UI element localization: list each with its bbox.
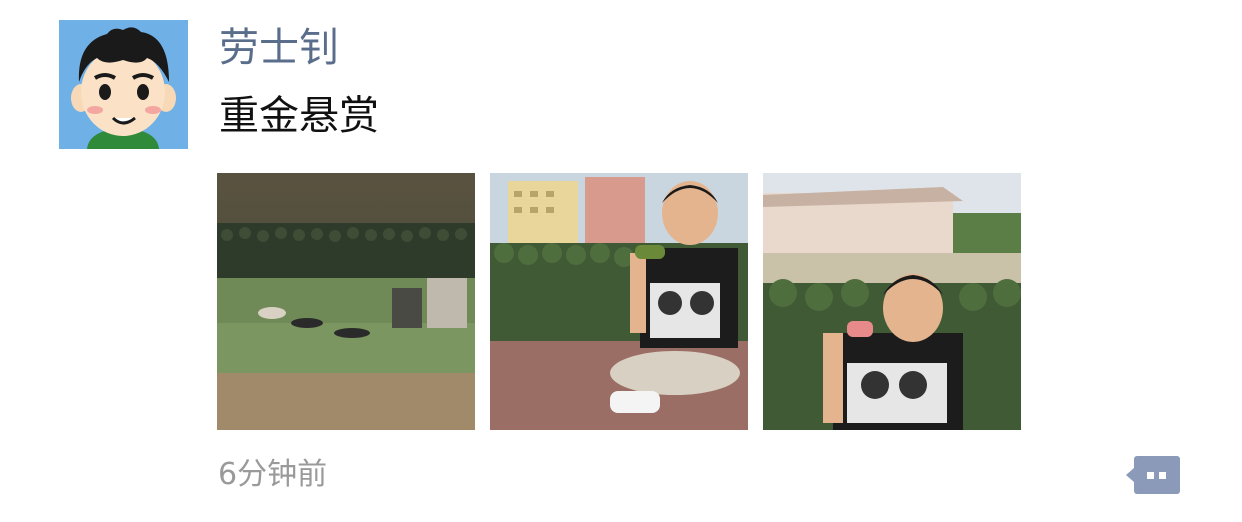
man-with-microphone-closeup-photo-icon	[763, 173, 1021, 430]
comment-dots-icon	[1126, 456, 1180, 494]
post-photo-3[interactable]	[763, 173, 1021, 430]
post-photo-2[interactable]	[490, 173, 748, 430]
post-timestamp: 6分钟前	[218, 457, 328, 492]
username[interactable]: 劳士钊	[219, 22, 339, 74]
post-photo-1[interactable]	[217, 173, 475, 430]
comment-button[interactable]	[1126, 454, 1182, 496]
cartoon-boy-avatar-icon	[59, 20, 188, 149]
man-sitting-with-microphone-photo-icon	[490, 173, 748, 430]
post-text: 重金悬赏	[219, 93, 379, 139]
avatar[interactable]	[59, 20, 188, 149]
military-training-field-photo-icon	[217, 173, 475, 430]
